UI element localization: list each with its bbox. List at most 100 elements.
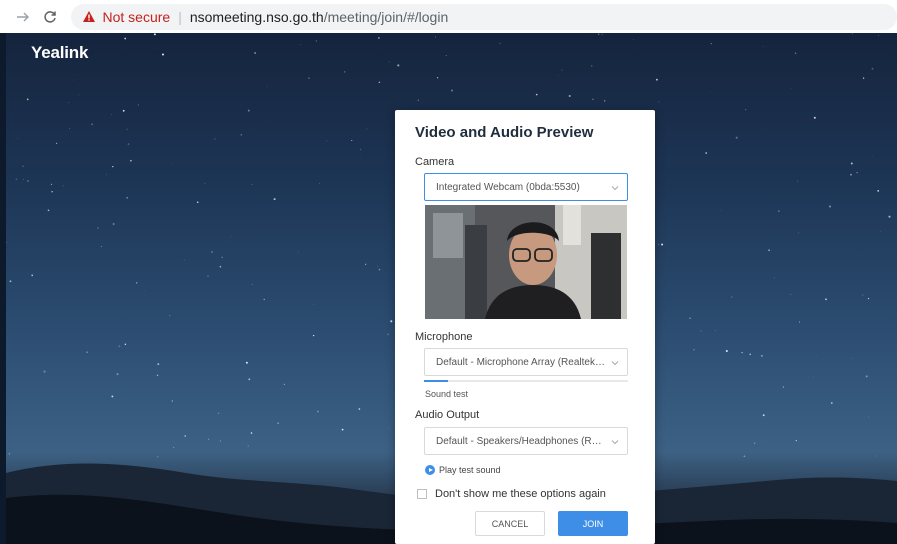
star	[876, 455, 878, 457]
camera-label: Camera	[415, 156, 455, 168]
star	[62, 185, 64, 187]
star	[263, 298, 265, 301]
star	[813, 116, 816, 119]
star	[231, 236, 233, 238]
star	[137, 104, 139, 106]
star	[297, 252, 299, 253]
star	[43, 370, 46, 373]
audio-output-select-value: Default - Speakers/Headphones (Real...	[436, 435, 605, 447]
star	[830, 402, 833, 404]
chevron-down-icon	[611, 361, 619, 366]
star	[313, 303, 314, 305]
star	[633, 38, 635, 40]
star	[720, 209, 722, 211]
star	[266, 85, 268, 87]
star	[196, 201, 199, 204]
star	[376, 265, 378, 267]
star	[6, 241, 7, 244]
star	[862, 294, 864, 296]
star	[388, 61, 390, 63]
star	[689, 317, 691, 319]
star	[735, 136, 738, 139]
star	[561, 69, 563, 71]
star	[214, 138, 216, 140]
star	[799, 321, 801, 323]
star	[8, 452, 11, 455]
star	[813, 377, 814, 378]
join-button[interactable]: JOIN	[558, 511, 628, 536]
star	[17, 138, 19, 139]
star	[312, 334, 315, 337]
star	[557, 75, 559, 77]
star	[749, 353, 752, 356]
star	[754, 442, 756, 444]
star	[124, 37, 127, 40]
star	[126, 196, 129, 199]
play-test-sound-button[interactable]: Play test sound	[425, 465, 501, 475]
star	[868, 416, 870, 418]
star	[248, 378, 251, 381]
star	[782, 386, 784, 388]
star	[366, 128, 368, 130]
star	[378, 81, 381, 84]
star	[91, 123, 94, 126]
star	[169, 315, 171, 317]
star	[535, 93, 538, 96]
star	[157, 456, 159, 458]
star	[78, 94, 80, 96]
star	[714, 330, 716, 332]
address-bar[interactable]: Not secure | nsomeeting.nso.go.th/meetin…	[70, 3, 897, 30]
star	[315, 40, 317, 42]
microphone-select-value: Default - Microphone Array (Realtek(R...	[436, 356, 605, 368]
star	[319, 183, 320, 184]
omnibox-separator: |	[178, 8, 182, 25]
star	[658, 101, 660, 103]
camera-select[interactable]: Integrated Webcam (0bda:5530)	[424, 173, 628, 201]
star	[794, 52, 797, 55]
star	[171, 400, 173, 402]
star	[73, 79, 75, 81]
preview-dialog: Video and Audio Preview Camera Integrate…	[395, 110, 655, 544]
reload-icon[interactable]	[39, 6, 60, 28]
star	[251, 284, 253, 286]
star	[157, 363, 160, 365]
star	[851, 33, 853, 35]
star	[790, 88, 792, 89]
microphone-select[interactable]: Default - Microphone Array (Realtek(R...	[424, 348, 628, 376]
star	[251, 184, 253, 186]
star	[300, 44, 301, 46]
star	[136, 282, 138, 284]
star	[111, 114, 113, 116]
play-test-sound-label: Play test sound	[439, 465, 501, 475]
star	[798, 232, 800, 234]
star	[888, 215, 891, 218]
star	[47, 209, 50, 212]
star	[815, 356, 817, 358]
star	[26, 98, 29, 101]
star	[317, 410, 319, 413]
star	[183, 259, 185, 261]
star	[604, 100, 606, 102]
star	[351, 139, 353, 141]
cancel-button[interactable]: CANCEL	[475, 511, 545, 536]
star	[745, 109, 747, 111]
star	[761, 355, 763, 357]
checkbox-box[interactable]	[417, 489, 427, 499]
webcam-person-image	[425, 205, 627, 319]
star	[451, 89, 453, 92]
not-secure-label[interactable]: Not secure	[103, 9, 171, 25]
star	[661, 243, 664, 246]
dont-show-again-checkbox[interactable]: Don't show me these options again	[417, 488, 606, 500]
audio-output-select[interactable]: Default - Speakers/Headphones (Real...	[424, 427, 628, 455]
star	[208, 438, 210, 440]
star	[388, 428, 390, 430]
star	[161, 53, 165, 56]
camera-preview-video	[425, 205, 627, 319]
forward-arrow-icon[interactable]	[12, 6, 33, 28]
star	[693, 348, 695, 351]
microphone-level-meter	[424, 380, 628, 382]
star	[245, 361, 248, 364]
warning-triangle-icon	[82, 11, 95, 22]
star	[878, 34, 879, 36]
star	[378, 37, 380, 39]
